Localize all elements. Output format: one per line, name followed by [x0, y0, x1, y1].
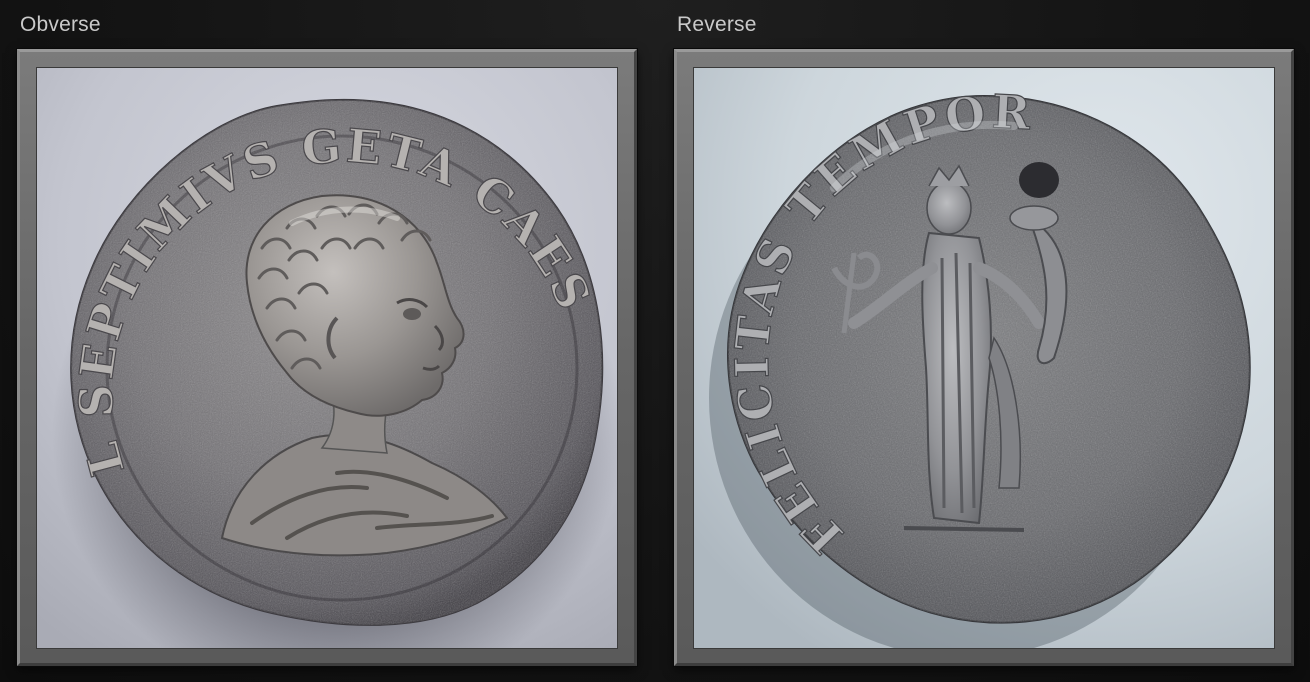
obverse-photo[interactable]: L SEPTIMIVS GETA CAES: [37, 68, 617, 648]
reverse-photo[interactable]: FELICITAS TEMPOR: [694, 68, 1274, 648]
reverse-label: Reverse: [677, 13, 757, 36]
obverse-panel: Obverse L SEPTIMIVS GETA CAES: [17, 0, 637, 682]
obverse-frame: L SEPTIMIVS GETA CAES: [17, 49, 637, 666]
obverse-coin-image: L SEPTIMIVS GETA CAES: [37, 68, 617, 648]
reverse-frame: FELICITAS TEMPOR: [674, 49, 1294, 666]
reverse-panel: Reverse FELICITAS TEMPOR: [674, 0, 1294, 682]
reverse-coin-image: FELICITAS TEMPOR: [694, 68, 1274, 648]
obverse-label: Obverse: [20, 13, 101, 36]
